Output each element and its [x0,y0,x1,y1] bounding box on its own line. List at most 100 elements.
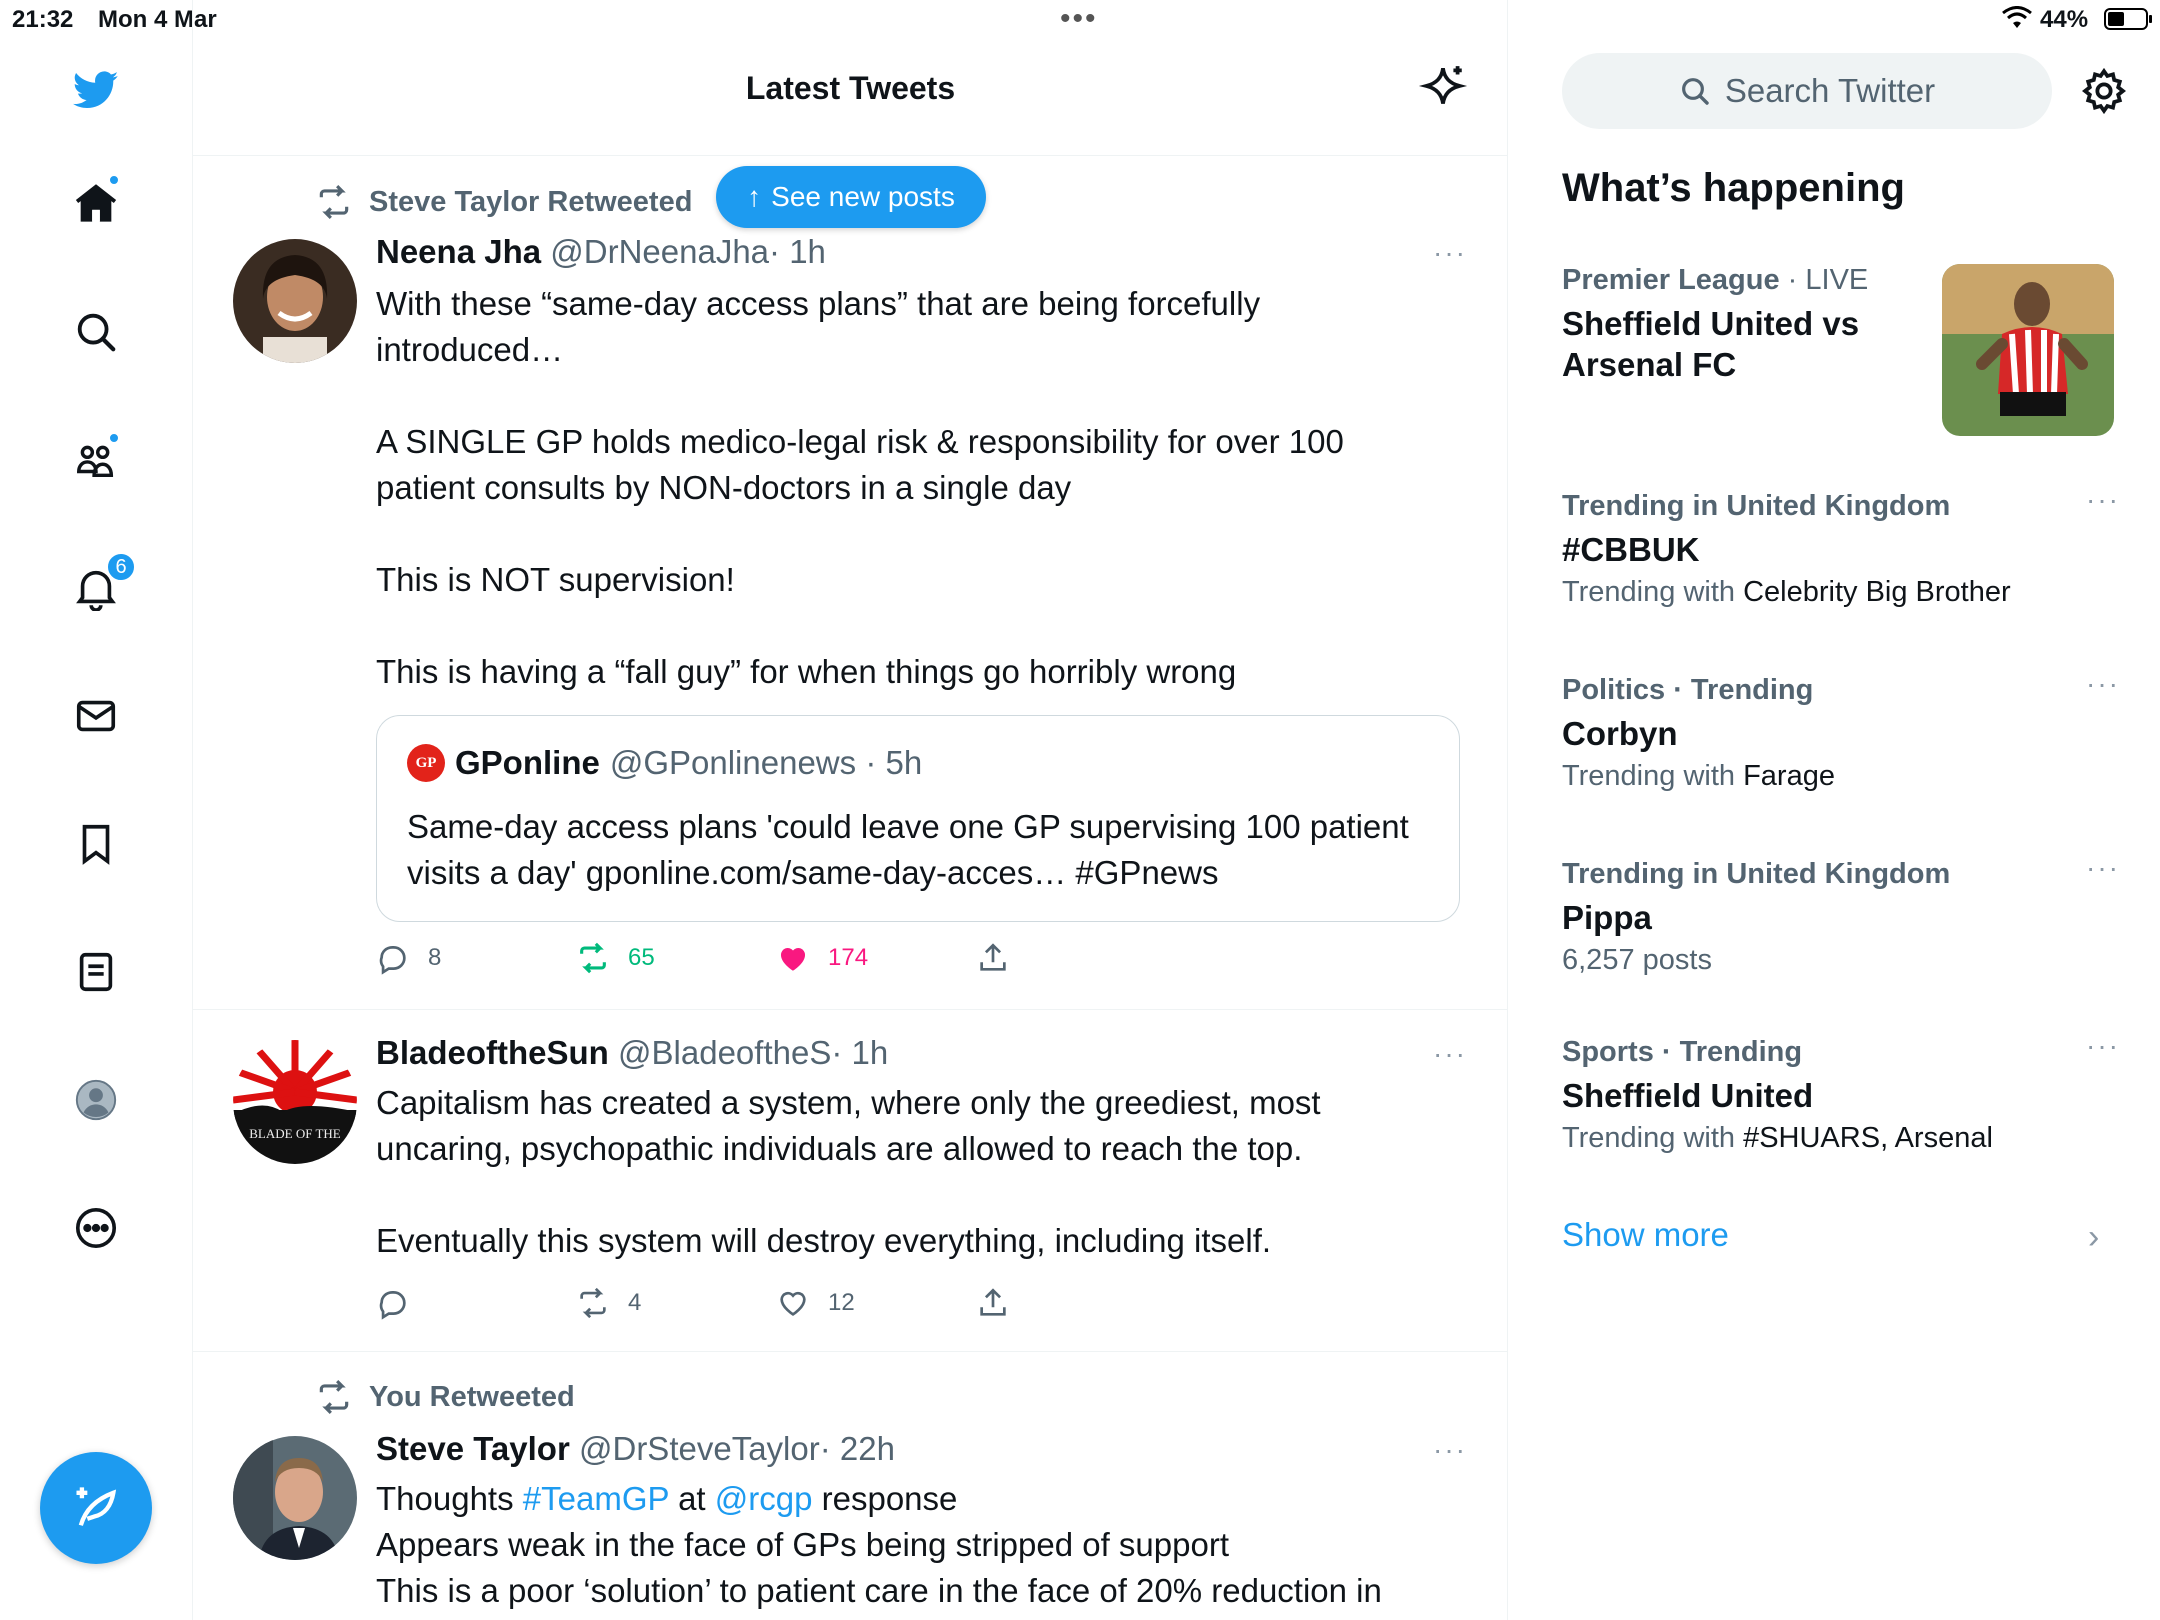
tweet-text-line: Capitalism has created a system, where o… [376,1084,1321,1167]
home-icon[interactable] [66,174,126,234]
share-button[interactable] [976,941,1010,975]
tweet-time[interactable]: · 1h [831,1034,888,1071]
tweet-more-icon[interactable]: ··· [1433,1434,1467,1466]
compose-tweet-button[interactable] [40,1452,152,1564]
tweet-text-line: With these “same-day access plans” that … [376,285,1261,368]
avatar-steve-taylor[interactable] [233,1436,357,1560]
reply-button[interactable] [376,1286,428,1320]
retweeted-by-label: You Retweeted [369,1380,575,1413]
tweet-text-line: Thoughts #TeamGP at @rcgp response [376,1476,1436,1522]
retweet-context: You Retweeted [315,1378,575,1416]
profile-avatar-icon[interactable] [66,1070,126,1130]
communities-unread-dot [108,432,120,444]
trend-context: Trending in United Kingdom [1562,858,2122,891]
retweet-button[interactable]: 4 [576,1286,641,1320]
mention-link[interactable]: @rcgp [715,1480,813,1517]
trend-subtitle: Trending with #SHUARS, Arsenal [1562,1122,2122,1155]
author-name[interactable]: Neena Jha [376,233,541,270]
hashtag-link[interactable]: #TeamGP [523,1480,669,1517]
retweet-context: Steve Taylor Retweeted [315,183,692,221]
avatar-neena-jha[interactable] [233,239,357,363]
share-icon [980,943,1006,971]
sparkle-timeline-toggle-icon[interactable] [1418,62,1468,112]
trend-more-icon[interactable]: ··· [2086,668,2120,700]
trend-sub-value: Farage [1743,760,1835,792]
trend-more-icon[interactable]: ··· [2086,484,2120,516]
trend-context: Trending in United Kingdom [1562,490,2122,523]
trend-sub-value: Celebrity Big Brother [1743,576,2011,608]
tweet-text-line: Eventually this system will destroy ever… [376,1222,1272,1259]
tweet-text: With these “same-day access plans” that … [376,281,1436,695]
trend-item[interactable]: Politics · Trending Corbyn Trending with… [1562,668,2122,793]
tweet-header: BladeoftheSun @BladeoftheS· 1h [376,1034,888,1072]
text-segment: Thoughts [376,1480,523,1517]
messages-envelope-icon[interactable] [66,686,126,746]
trend-item[interactable]: Trending in United Kingdom Pippa 6,257 p… [1562,852,2122,977]
author-handle[interactable]: @BladeoftheS [618,1034,831,1071]
retweet-icon [580,1287,606,1319]
trend-subtitle: Trending with Celebrity Big Brother [1562,576,2122,609]
trend-thumbnail[interactable] [1942,264,2114,436]
reply-count: 8 [428,944,442,971]
trend-sub-prefix: Trending with [1562,1122,1744,1154]
chevron-right-icon[interactable]: › [2088,1218,2099,1257]
trend-sub-prefix: Trending with [1562,576,1744,608]
tweet-text: Thoughts #TeamGP at @rcgp response Appea… [376,1476,1436,1614]
trend-title: Pippa [1562,899,1652,936]
search-icon [1681,78,1709,105]
like-button[interactable]: 174 [776,941,868,975]
reply-button[interactable]: 8 [376,941,441,975]
quoted-tweet[interactable]: GP GPonline @GPonlinenews · 5h Same-day … [376,715,1460,922]
heart-icon [780,1291,806,1316]
tweet-steve-taylor[interactable]: You Retweeted Steve Taylor @DrSteveTaylo… [193,1352,1507,1620]
settings-gear-icon[interactable] [2079,66,2129,116]
notifications-bell-icon[interactable]: 6 [66,552,136,618]
retweet-icon [580,942,606,974]
see-new-posts-button[interactable]: ↑ See new posts [716,166,986,228]
communities-icon[interactable] [66,430,126,490]
tweet-more-icon[interactable]: ··· [1433,237,1467,269]
tweet-header: Neena Jha @DrNeenaJha· 1h [376,233,826,271]
bookmarks-icon[interactable] [66,814,126,874]
like-button[interactable]: 12 [776,1286,855,1320]
retweet-button[interactable]: 65 [576,941,655,975]
tweet-time[interactable]: · 22h [820,1430,895,1467]
search-icon[interactable] [66,302,126,362]
quoted-tweet-text: Same-day access plans 'could leave one G… [407,808,1409,891]
author-name[interactable]: Steve Taylor [376,1430,570,1467]
lists-icon[interactable] [66,942,126,1002]
share-button[interactable] [976,1286,1010,1320]
see-new-posts-label: See new posts [771,181,955,212]
trend-more-icon[interactable]: ··· [2086,852,2120,884]
quoted-tweet-time: · 5h [865,744,923,781]
tweet-text-line: A SINGLE GP holds medico-legal risk & re… [376,423,1344,506]
search-input[interactable]: Search Twitter [1562,53,2052,129]
author-handle[interactable]: @DrSteveTaylor [579,1430,820,1467]
timeline-header: Latest Tweets [193,40,1507,156]
retweet-count: 65 [628,944,655,971]
tweet-time[interactable]: · 1h [769,233,826,270]
page-title: Latest Tweets [745,70,956,106]
notifications-badge: 6 [106,552,136,582]
author-name[interactable]: BladeoftheSun [376,1034,609,1071]
author-handle[interactable]: @DrNeenaJha [550,233,769,270]
home-unread-dot [108,174,120,186]
more-options-icon[interactable] [66,1198,126,1258]
arrow-up-icon: ↑ [747,181,762,212]
show-more-link[interactable]: Show more [1562,1216,1729,1254]
tweet-text-line: Appears weak in the face of GPs being st… [376,1526,1230,1563]
trend-item[interactable]: Trending in United Kingdom #CBBUK Trendi… [1562,484,2122,609]
tweet-text: Capitalism has created a system, where o… [376,1080,1436,1264]
tweet-neena-jha[interactable]: Steve Taylor Retweeted Neena Jha @DrNeen… [193,157,1507,1010]
trend-item[interactable]: Sports · Trending Sheffield United Trend… [1562,1030,2122,1155]
trend-more-icon[interactable]: ··· [2086,1030,2120,1062]
tweet-more-icon[interactable]: ··· [1433,1038,1467,1070]
reply-icon [379,1291,406,1320]
avatar-bladeofthesun[interactable]: BLADE OF THE [233,1040,357,1164]
tweet-text-line: This is having a “fall guy” for when thi… [376,653,1237,690]
twitter-logo-icon[interactable] [66,60,126,120]
text-segment: response [812,1480,958,1517]
avatar-text: BLADE OF THE [249,1126,341,1141]
retweet-count: 4 [628,1289,642,1316]
tweet-bladeofthesun[interactable]: BLADE OF THE BladeoftheSun @BladeoftheS·… [193,1010,1507,1352]
